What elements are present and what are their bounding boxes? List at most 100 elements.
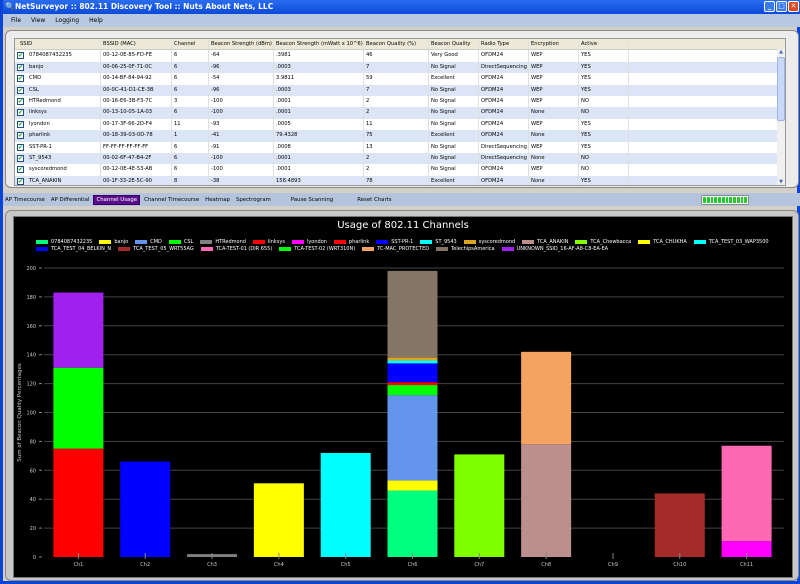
row-checkbox[interactable]: ✔ <box>17 52 24 60</box>
cell-beacon-strength-mwatt-x-10-6-: .3981 <box>274 50 364 62</box>
progress-segment <box>733 197 736 203</box>
progress-segment <box>706 197 710 203</box>
row-checkbox[interactable]: ✔ <box>17 132 24 140</box>
x-tick-label: Ch10 <box>673 562 686 568</box>
cell-bssid-mac-: 00-12-0E-85-FD-FE <box>101 50 172 62</box>
table-row[interactable]: ✔ banjo 00-06-25-0F-71-0C 6 -96.0003 7 No Sign… <box>15 61 785 74</box>
row-checkbox[interactable]: ✔ <box>17 177 24 185</box>
x-tick-label: Ch9 <box>608 562 618 568</box>
table-row[interactable]: ✔ 0784087432235 00-12-0E-85-FD-FE 6 -64.3981… <box>15 50 785 62</box>
cell-ssid: lyondon <box>27 118 101 131</box>
cell-bssid-mac-: 00-0C-41-D1-CE-3B <box>101 84 172 96</box>
cell-channel: 6 <box>172 153 209 165</box>
table-row[interactable]: ✔ syscoredmond 00-12-0E-4E-53-AB 6 -100.0001… <box>15 164 785 176</box>
table-row[interactable]: ✔ HTRedmond 00-16-E6-3B-F3-7C 3 -100.0001 2 No… <box>15 96 785 108</box>
minimize-button[interactable]: _ <box>764 1 775 12</box>
row-checkbox[interactable]: ✔ <box>17 98 24 105</box>
row-checkbox[interactable]: ✔ <box>17 120 24 128</box>
close-button[interactable]: ✕ <box>788 1 799 12</box>
cell-beacon-strength-dbm-: -93 <box>209 118 274 131</box>
row-checkbox[interactable]: ✔ <box>17 155 24 162</box>
progress-segment <box>740 197 744 203</box>
column-header[interactable]: Beacon Strength (mWatt x 10^6) <box>274 39 364 50</box>
y-tick-label: 0 <box>33 555 36 561</box>
cell-beacon-quality-: 2 <box>364 164 429 176</box>
cell-beacon-strength-dbm-: -41 <box>209 130 274 142</box>
cell-beacon-quality-: 7 <box>364 84 429 96</box>
y-tick-label: 160 <box>26 324 36 330</box>
cell-radio-type: OFDM24 <box>479 118 529 131</box>
cell-beacon-strength-dbm-: -100 <box>209 153 274 165</box>
row-checkbox[interactable]: ✔ <box>17 109 24 117</box>
view-toolbar: AP Timecourse AP Differential Channel Us… <box>3 193 800 206</box>
bar-segment <box>53 448 104 557</box>
menu-file[interactable]: File <box>11 17 21 27</box>
cell-beacon-strength-mwatt-x-10-6-: .0001 <box>274 153 364 165</box>
row-checkbox[interactable]: ✔ <box>17 86 24 94</box>
cell-beacon-quality: No Signal <box>429 96 479 108</box>
cell-beacon-strength-dbm-: -91 <box>209 141 274 153</box>
cell-encryption: None <box>529 175 579 185</box>
menu-logging[interactable]: Logging <box>55 17 79 27</box>
tab-channel-timecourse[interactable]: Channel Timecourse <box>142 196 201 204</box>
progress-segment <box>714 197 717 203</box>
cell-beacon-quality: No Signal <box>429 107 479 119</box>
menu-help[interactable]: Help <box>89 17 103 27</box>
channel-usage-chart: Usage of 802.11 Channels 0784087432235 ba… <box>13 216 793 578</box>
table-row[interactable]: ✔ ST_9543 00-02-6F-47-B4-2F 6 -100.0001 2 No S… <box>15 153 785 165</box>
table-row[interactable]: ✔ linksys 00-13-10-05-1A-03 6 -100.0001 2 No S… <box>15 107 785 119</box>
vertical-scrollbar[interactable]: ▲ ▼ <box>777 49 785 185</box>
column-header[interactable]: Beacon Strength (dBm) <box>209 39 274 50</box>
menu-view[interactable]: View <box>31 17 45 27</box>
scroll-up-icon[interactable]: ▲ <box>777 49 785 57</box>
table-row[interactable]: ✔ CMD 00-14-BF-84-94-92 6 -54 3.9811 59 Excelle… <box>15 73 785 85</box>
table-row[interactable]: ✔ lyondon 00-17-3F-66-2D-F4 11 -93.0005 11 No … <box>15 118 785 131</box>
x-tick-label: Ch11 <box>740 562 753 568</box>
cell-beacon-quality-: 13 <box>364 141 429 153</box>
y-tick-label: 60 <box>30 468 36 474</box>
cell-encryption: None <box>529 153 579 165</box>
cell-encryption: WEP <box>529 118 579 131</box>
cell-bssid-mac-: 00-02-6F-47-B4-2F <box>101 153 172 165</box>
tab-channel-usage[interactable]: Channel Usage <box>93 194 141 205</box>
tab-ap-differential[interactable]: AP Differential <box>49 196 92 204</box>
x-tick-label: Ch2 <box>140 562 150 568</box>
row-checkbox[interactable]: ✔ <box>17 63 24 71</box>
reset-charts-button[interactable]: Reset Charts <box>355 196 393 204</box>
column-header[interactable]: Beacon Quality <box>429 39 479 50</box>
table-row[interactable]: ✔ SST-PR-1 FF-FF-FF-FF-FF-FF 6 -91.0008 13 No … <box>15 141 785 153</box>
cell-channel: 6 <box>172 50 209 62</box>
table-row[interactable]: ✔ CSL 00-0C-41-D1-CE-3B 6 -96.0003 7 No Signal… <box>15 84 785 96</box>
app-icon: 🔍 <box>5 2 15 11</box>
row-checkbox[interactable]: ✔ <box>17 75 24 83</box>
cell-bssid-mac-: 00-16-E6-3B-F3-7C <box>101 96 172 108</box>
cell-channel: 6 <box>172 164 209 176</box>
scroll-down-icon[interactable]: ▼ <box>777 179 785 185</box>
cell-bssid-mac-: 00-18-39-03-0D-78 <box>101 130 172 142</box>
row-checkbox[interactable]: ✔ <box>17 166 24 174</box>
x-tick-label: Ch6 <box>408 562 418 568</box>
column-header[interactable]: BSSID (MAC) <box>101 39 172 50</box>
row-checkbox[interactable]: ✔ <box>17 143 24 151</box>
column-header[interactable]: SSID <box>18 39 101 50</box>
cell-radio-type: DirectSequencing <box>479 141 529 153</box>
column-header[interactable]: Beacon Quality (%) <box>364 39 429 50</box>
tab-heatmap[interactable]: Heatmap <box>203 196 232 204</box>
progress-segment <box>729 197 732 203</box>
tab-ap-timecourse[interactable]: AP Timecourse <box>3 196 47 204</box>
cell-bssid-mac-: 00-06-25-0F-71-0C <box>101 61 172 74</box>
cell-beacon-quality-: 59 <box>364 73 429 85</box>
cell-beacon-strength-mwatt-x-10-6-: 79.4328 <box>274 130 364 142</box>
maximize-button[interactable]: □ <box>776 1 787 12</box>
column-header[interactable]: Encryption <box>529 39 579 50</box>
cell-active: NO <box>579 96 629 108</box>
tab-spectrogram[interactable]: Spectrogram <box>234 196 273 204</box>
table-row[interactable]: ✔ TCA_ANAKIN 00-1F-33-2E-5C-90 8 -38 158.4893… <box>15 175 785 185</box>
column-header[interactable]: Active <box>579 39 629 50</box>
table-row[interactable]: ✔ pharlink 00-18-39-03-0D-78 1 -41 79.4328 75 E… <box>15 130 785 142</box>
column-header[interactable]: Channel <box>172 39 209 50</box>
cell-beacon-quality: No Signal <box>429 141 479 153</box>
pause-scanning-button[interactable]: Pause Scanning <box>289 196 335 204</box>
scroll-thumb[interactable] <box>777 57 785 121</box>
column-header[interactable]: Radio Type <box>479 39 529 50</box>
